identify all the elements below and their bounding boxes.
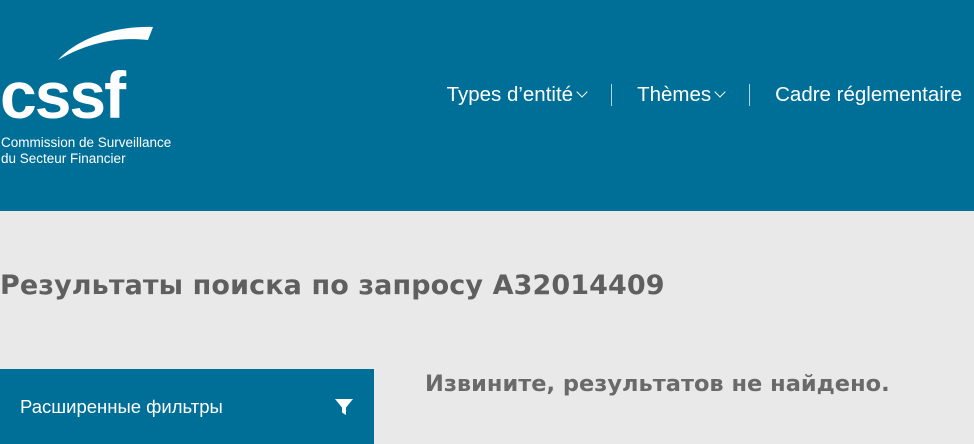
no-results-message: Извините, результатов не найдено.: [425, 371, 890, 397]
logo-subtitle: Commission de Surveillance du Secteur Fi…: [1, 135, 171, 167]
nav-item-themes[interactable]: Thèmes: [637, 83, 726, 107]
cssf-logo[interactable]: cssf Commission de Surveillance du Secte…: [0, 22, 190, 182]
nav-item-label: Cadre réglementaire: [775, 83, 962, 106]
page-title: Результаты поиска по запросу A32014409: [0, 270, 665, 301]
nav-item-cadre-reglementaire[interactable]: Cadre réglementaire: [775, 83, 962, 107]
nav-item-types-entite[interactable]: Types d’entité: [446, 83, 588, 107]
advanced-filters-label: Расширенные фильтры: [20, 396, 223, 417]
advanced-filters-button[interactable]: Расширенные фильтры: [0, 369, 374, 444]
logo-subtitle-line1: Commission de Surveillance: [1, 135, 172, 150]
main-nav: Types d’entité Thèmes Cadre réglementair…: [447, 80, 962, 110]
nav-item-label: Types d’entité: [446, 83, 574, 106]
chevron-down-icon: [576, 86, 588, 98]
logo-subtitle-line2: du Secteur Financier: [1, 151, 126, 166]
logo-wordmark: cssf: [0, 58, 126, 132]
chevron-down-icon: [714, 86, 726, 98]
nav-divider: [611, 84, 613, 106]
site-header: cssf Commission de Surveillance du Secte…: [0, 0, 974, 211]
nav-divider: [749, 84, 751, 106]
nav-item-label: Thèmes: [637, 83, 712, 106]
filter-icon: [335, 399, 353, 415]
